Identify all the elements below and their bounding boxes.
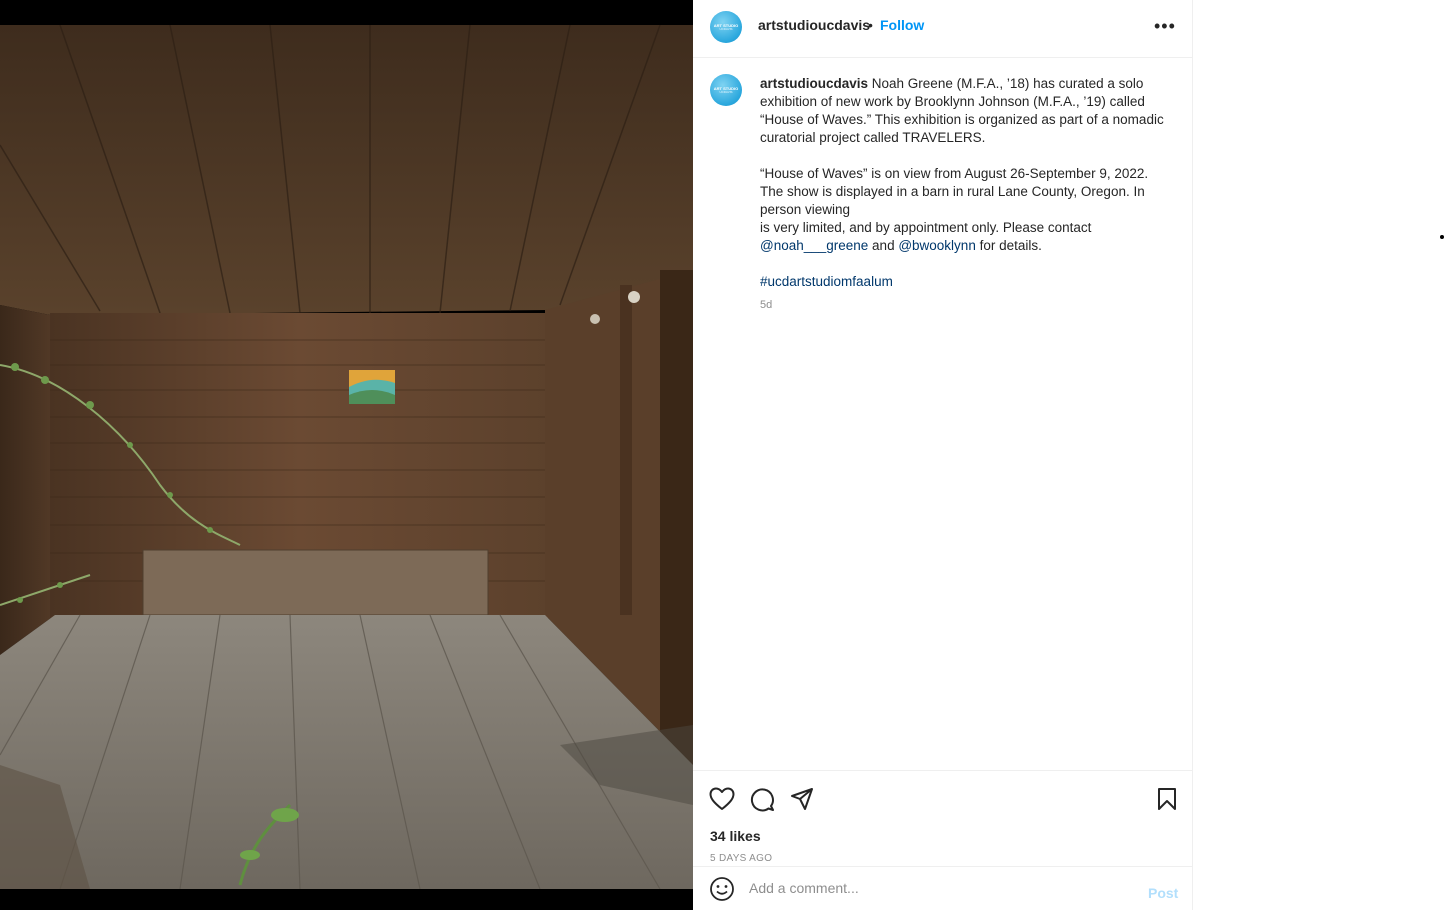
post-media[interactable] — [0, 0, 693, 910]
avatar[interactable]: ART STUDIO UCDAVIS — [710, 11, 742, 43]
caption-section: ART STUDIO UCDAVIS artstudioucdavis Noah… — [693, 58, 1192, 770]
comment-bar: Post — [693, 866, 1192, 911]
more-options-icon[interactable]: ••• — [1154, 16, 1178, 36]
hashtag-link[interactable]: #ucdartstudiomfaalum — [760, 274, 893, 289]
caption-avatar-subtext: UCDAVIS — [719, 89, 733, 94]
page-dot — [1440, 235, 1444, 239]
caption-body-2: “House of Waves” is on view from August … — [760, 166, 1149, 217]
post-panel: ART STUDIO UCDAVIS artstudioucdavis • Fo… — [693, 0, 1193, 910]
post-photo — [0, 25, 693, 889]
share-icon[interactable] — [790, 787, 814, 816]
post-header: ART STUDIO UCDAVIS artstudioucdavis • Fo… — [693, 0, 1192, 58]
likes-count[interactable]: 34 likes — [710, 828, 761, 844]
caption-avatar[interactable]: ART STUDIO UCDAVIS — [710, 74, 742, 106]
bookmark-icon[interactable] — [1157, 787, 1177, 816]
heart-icon[interactable] — [709, 787, 735, 816]
avatar-subtext: UCDAVIS — [719, 26, 733, 31]
smiley-icon[interactable] — [709, 876, 735, 907]
caption-body-3: is very limited, and by appointment only… — [760, 220, 1092, 235]
follow-button[interactable]: Follow — [880, 17, 924, 33]
caption-text: artstudioucdavis Noah Greene (M.F.A., ’1… — [760, 75, 1170, 291]
caption-timestamp[interactable]: 5d — [760, 299, 772, 311]
post-date[interactable]: 5 DAYS AGO — [710, 853, 772, 864]
caption-and: and — [868, 238, 899, 253]
mention-link-bwooklynn[interactable]: @bwooklynn — [898, 238, 976, 253]
username-link[interactable]: artstudioucdavis — [758, 17, 870, 33]
comment-input[interactable] — [749, 878, 1129, 898]
caption-details: for details. — [975, 238, 1042, 253]
mention-link-noah[interactable]: @noah___greene — [760, 238, 868, 253]
post-comment-button[interactable]: Post — [1148, 885, 1178, 901]
comment-icon[interactable] — [750, 787, 775, 817]
caption-username[interactable]: artstudioucdavis — [760, 76, 868, 91]
separator-dot: • — [868, 17, 873, 33]
